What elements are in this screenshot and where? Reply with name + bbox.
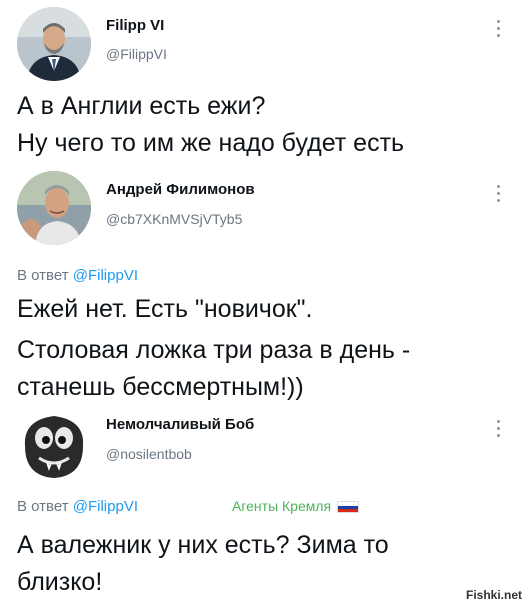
agents-label: Агенты Кремля	[232, 498, 332, 514]
avatar-bob[interactable]	[17, 406, 91, 480]
tweet-line-1: А валежник у них есть? Зима то	[17, 531, 389, 559]
avatar-bob-image	[17, 406, 91, 480]
author-name[interactable]: Filipp VI	[106, 17, 164, 34]
reply-to-line: В ответ @FilippVI	[17, 267, 138, 284]
avatar-filipp[interactable]	[17, 7, 91, 81]
tweet-andrey: Андрей Филимонов @cb7XKnMVSjVTyb5 В отве…	[0, 165, 528, 405]
reply-to-link[interactable]: @FilippVI	[73, 498, 138, 515]
more-vertical-icon[interactable]	[497, 20, 501, 41]
tweet-line-2: Столовая ложка три раза в день -	[17, 336, 411, 364]
author-name[interactable]: Немолчаливый Боб	[106, 416, 254, 433]
tweet-line-2: близко!	[17, 568, 103, 596]
avatar-filipp-image	[17, 7, 91, 81]
author-name[interactable]: Андрей Филимонов	[106, 181, 255, 198]
tweet-line-1: А в Англии есть ежи?	[17, 92, 266, 120]
reply-to-link[interactable]: @FilippVI	[73, 267, 138, 284]
more-vertical-icon[interactable]	[497, 185, 501, 206]
tweet-filipp: Filipp VI @FilippVI А в Англии есть ежи?…	[0, 0, 528, 170]
watermark: Fishki.net	[463, 588, 524, 602]
agents-badge: Агенты Кремля	[232, 498, 360, 514]
author-handle[interactable]: @FilippVI	[106, 46, 167, 62]
avatar-andrey-image	[17, 171, 91, 245]
tweet-line-2: Ну чего то им же надо будет есть	[17, 129, 405, 157]
avatar-andrey[interactable]	[17, 171, 91, 245]
more-vertical-icon[interactable]	[497, 420, 501, 441]
russian-flag-icon	[337, 501, 360, 514]
author-handle[interactable]: @nosilentbob	[106, 446, 192, 462]
tweet-bob: Немолчаливый Боб @nosilentbob В ответ @F…	[0, 402, 528, 604]
reply-prefix: В ответ	[17, 267, 69, 284]
author-handle[interactable]: @cb7XKnMVSjVTyb5	[106, 211, 242, 227]
tweet-line-1: Ежей нет. Есть "новичок".	[17, 295, 313, 323]
reply-prefix: В ответ	[17, 498, 69, 515]
tweet-line-3: станешь бессмертным!))	[17, 373, 304, 401]
reply-to-line: В ответ @FilippVI	[17, 498, 138, 515]
